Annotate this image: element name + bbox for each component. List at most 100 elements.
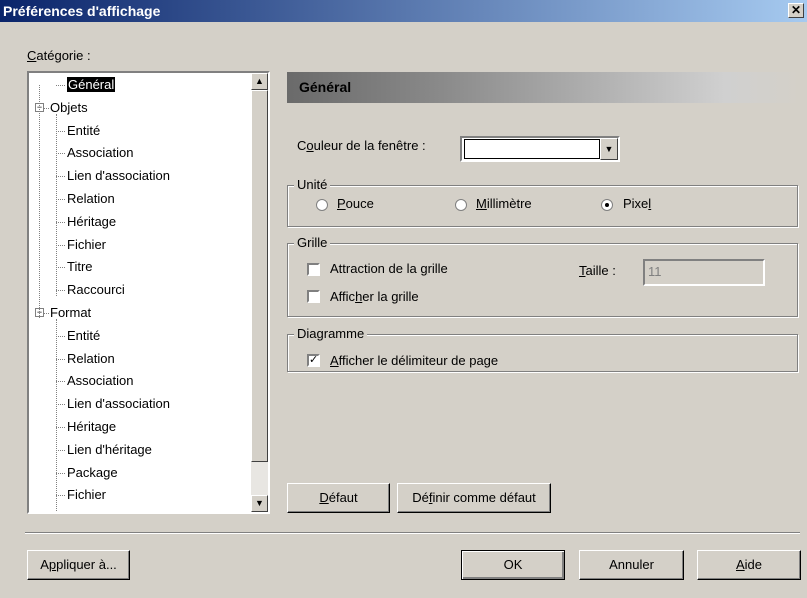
apply-to-button[interactable]: Appliquer à...	[27, 550, 130, 580]
chevron-down-icon: ▼	[604, 144, 614, 154]
grid-size-field[interactable]: 11	[643, 259, 765, 286]
tree-item[interactable]: Lien d'association	[67, 165, 170, 187]
tree-item[interactable]: Entité	[67, 325, 100, 347]
arrow-down-icon: ▼	[255, 498, 264, 508]
tree-item[interactable]: Entité	[67, 120, 100, 142]
tree-connector	[56, 153, 65, 155]
scroll-down-button[interactable]: ▼	[251, 495, 268, 512]
set-default-button[interactable]: Définir comme défaut	[397, 483, 551, 513]
default-button[interactable]: Défaut	[287, 483, 390, 513]
title-bar[interactable]: Préférences d'affichage ✕	[0, 0, 807, 22]
tree-connector	[56, 358, 65, 360]
tree-guide	[39, 85, 40, 318]
tree-item-label: Héritage	[67, 213, 117, 229]
tree-connector	[56, 221, 65, 223]
snap-grid-label[interactable]: Attraction de la grille	[330, 261, 448, 276]
section-title: Général	[299, 79, 352, 95]
tree-connector	[56, 267, 65, 269]
tree-item-label: Lien d'héritage	[67, 441, 152, 457]
tree-connector	[56, 495, 65, 497]
tree-item-label: Fichier	[67, 236, 107, 252]
unit-group-label: Unité	[294, 177, 331, 192]
tree-item[interactable]: Relation	[67, 188, 115, 210]
tree-item[interactable]: Lien d'héritage	[67, 439, 152, 461]
tree-connector	[56, 472, 65, 474]
tree-item-label: Entité	[67, 327, 101, 343]
tree-item[interactable]: Général	[67, 74, 116, 96]
unit-radio[interactable]	[316, 199, 328, 211]
arrow-up-icon: ▲	[255, 76, 264, 86]
tree-item[interactable]: Titre	[67, 256, 93, 278]
tree-item[interactable]: Raccourci	[67, 279, 125, 301]
unit-option-label[interactable]: Pouce	[337, 196, 374, 211]
diagram-group-label: Diagramme	[294, 326, 368, 341]
scroll-thumb[interactable]	[251, 90, 268, 462]
tree-connector	[56, 449, 65, 451]
tree-item[interactable]: Héritage	[67, 416, 116, 438]
tree-guide	[56, 319, 57, 512]
tree-item[interactable]: Lien d'association	[67, 393, 170, 415]
tree-item-label: Dépendance étendue	[67, 510, 191, 512]
page-delimiter-checkbox[interactable]: ✓	[307, 354, 320, 367]
tree-connector	[56, 199, 65, 200]
close-button[interactable]: ✕	[788, 3, 804, 18]
tree-item-label: Relation	[67, 350, 115, 366]
scroll-up-button[interactable]: ▲	[251, 73, 268, 90]
combo-dropdown-button[interactable]: ▼	[600, 138, 618, 160]
grid-group-label: Grille	[294, 235, 331, 250]
tree-connector	[56, 244, 65, 246]
unit-radio[interactable]	[455, 199, 467, 211]
tree-item[interactable]: Association	[67, 370, 133, 392]
tree-item-label: Lien d'association	[67, 168, 170, 184]
category-tree[interactable]: ▲ ▼ Général Objets − Entité Association Lien …	[27, 71, 270, 514]
ok-button[interactable]: OK	[461, 550, 565, 580]
tree-item[interactable]: Héritage	[67, 211, 116, 233]
window-color-combo[interactable]: ▼	[460, 136, 620, 162]
unit-radio[interactable]	[601, 199, 613, 211]
preferences-dialog: Préférences d'affichage ✕ Catégorie : ▲ …	[0, 0, 807, 598]
tree-connector	[44, 107, 49, 109]
tree-item-label: Fichier	[67, 487, 107, 503]
tree-connector	[44, 313, 49, 314]
cancel-button[interactable]: Annuler	[579, 550, 684, 580]
tree-item-label: Général	[67, 77, 116, 92]
show-grid-checkbox[interactable]	[307, 290, 320, 303]
tree-item[interactable]: Fichier	[67, 484, 106, 506]
checkmark-icon: ✓	[309, 354, 319, 366]
tree-item-label: Lien d'association	[67, 396, 170, 412]
tree-connector	[56, 335, 65, 337]
tree-item-label: Package	[67, 464, 118, 480]
help-button[interactable]: Aide	[697, 550, 801, 580]
grid-size-label: Taille :	[579, 263, 616, 278]
tree-item-label: Association	[67, 373, 134, 389]
tree-item[interactable]: Relation	[67, 348, 115, 370]
tree-item-label: Entité	[67, 122, 101, 138]
section-banner: Général	[287, 72, 802, 103]
snap-grid-checkbox[interactable]	[307, 263, 320, 276]
tree-connector	[56, 381, 65, 383]
show-grid-label[interactable]: Afficher la grille	[330, 289, 419, 304]
category-label: Catégorie :	[27, 48, 91, 63]
close-icon: ✕	[790, 3, 802, 17]
tree-scrollbar[interactable]: ▲ ▼	[251, 73, 268, 512]
color-swatch	[464, 139, 600, 159]
tree-connector	[56, 85, 65, 86]
page-delimiter-label[interactable]: Afficher le délimiteur de page	[330, 353, 498, 368]
radio-dot	[605, 203, 609, 207]
tree-item-label: Héritage	[67, 419, 117, 434]
tree-item-label: Association	[67, 145, 134, 161]
tree-connector	[56, 290, 65, 292]
unit-option-label[interactable]: Pixel	[623, 196, 651, 211]
tree-item[interactable]: Fichier	[67, 234, 106, 256]
tree-item-label: Raccourci	[67, 282, 125, 298]
tree-item-label: Objets	[50, 99, 88, 115]
tree-item-label: Format	[50, 305, 92, 320]
tree-connector	[56, 404, 65, 406]
tree-item-label: Titre	[67, 259, 93, 275]
footer-separator	[25, 532, 800, 534]
tree-item[interactable]: Association	[67, 142, 133, 164]
tree-item[interactable]: Package	[67, 462, 118, 484]
window-color-label: Couleur de la fenêtre :	[297, 138, 426, 153]
tree-item[interactable]: Dépendance étendue	[67, 507, 191, 512]
unit-option-label[interactable]: Millimètre	[476, 196, 532, 211]
